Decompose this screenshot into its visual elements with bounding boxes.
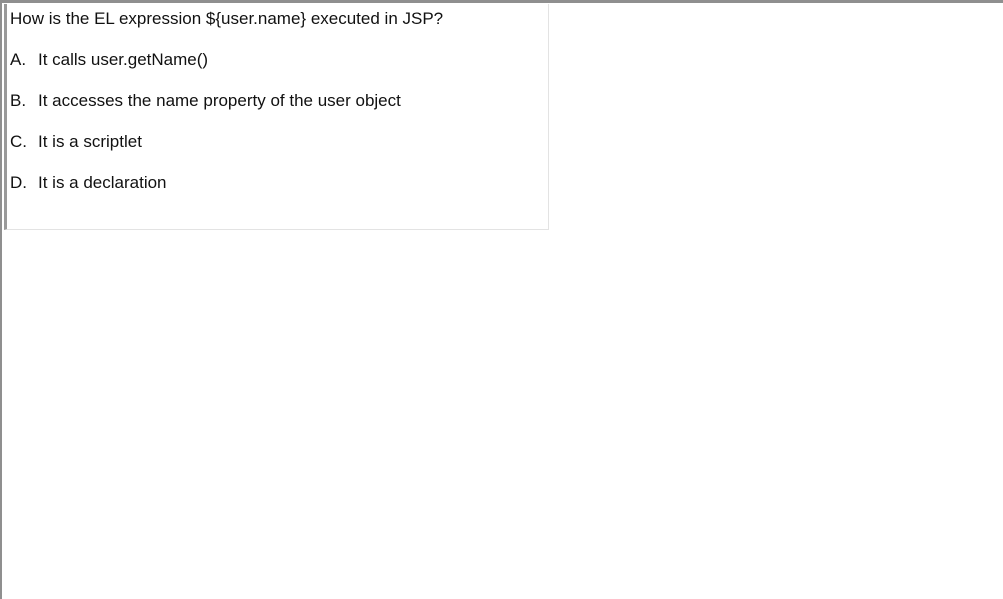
- option-letter: C.: [10, 132, 27, 151]
- option-text: It accesses the name property of the use…: [38, 91, 401, 110]
- option-text: It calls user.getName(): [38, 50, 209, 69]
- question-text: How is the EL expression ${user.name} ex…: [10, 9, 444, 28]
- page-viewport: How is the EL expression ${user.name} ex…: [0, 0, 1003, 599]
- option-text: It is a scriptlet: [38, 132, 142, 151]
- option-letter: D.: [10, 173, 27, 192]
- quiz-panel: How is the EL expression ${user.name} ex…: [4, 4, 549, 230]
- answer-option-d[interactable]: D. It is a declaration: [10, 173, 167, 193]
- answer-option-b[interactable]: B. It accesses the name property of the u…: [10, 91, 401, 111]
- option-text: It is a declaration: [38, 173, 167, 192]
- option-letter: B.: [10, 91, 27, 110]
- option-letter: A.: [10, 50, 27, 69]
- answer-option-c[interactable]: C. It is a scriptlet: [10, 132, 142, 152]
- answer-option-a[interactable]: A. It calls user.getName(): [10, 50, 208, 70]
